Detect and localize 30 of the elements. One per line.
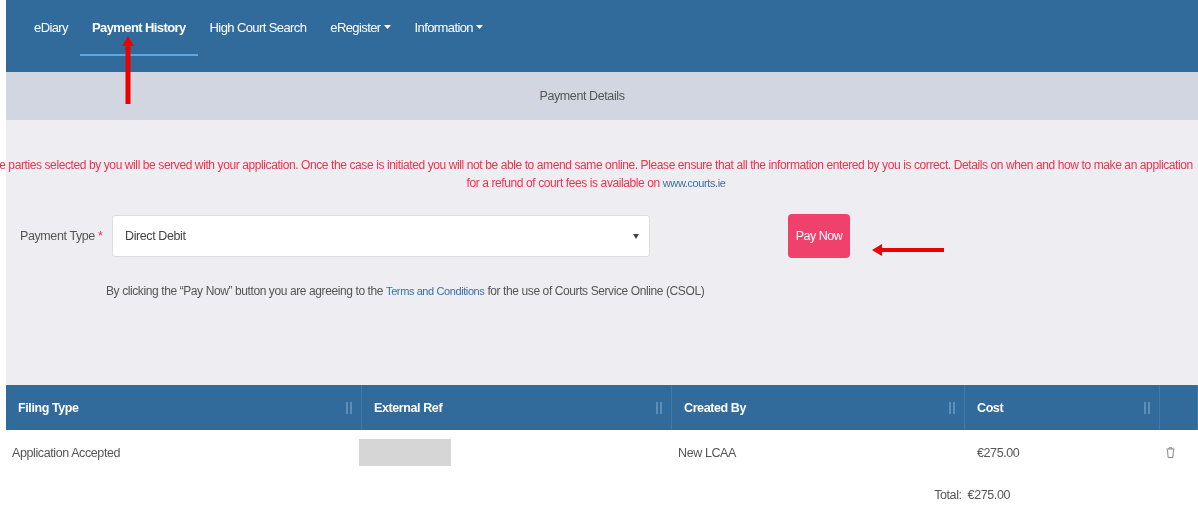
sort-icon bbox=[655, 401, 663, 414]
nav-tab[interactable]: eDiary bbox=[22, 0, 80, 56]
courts-link[interactable]: www.courts.ie bbox=[662, 177, 726, 189]
annotation-arrow bbox=[122, 36, 134, 104]
nav-tab[interactable]: Information bbox=[402, 0, 495, 56]
payment-type-select[interactable]: Direct Debit bbox=[112, 215, 650, 257]
column-header[interactable]: External Ref bbox=[362, 385, 672, 430]
column-header[interactable]: Cost bbox=[965, 385, 1160, 430]
pay-now-button[interactable]: Pay Now bbox=[788, 214, 850, 258]
column-header[interactable]: Filing Type bbox=[6, 385, 362, 430]
warning-notice: e parties selected by you will be served with your application. Once the case is initiated you will not be able to amend same online. Please ensure that all the information entered by you is correct. Details on when and how to make an application for a refund of court fees is available on www.courts.ie bbox=[0, 157, 1194, 192]
terms-text: By clicking the “Pay Now” button you are agreeing to the Terms and Conditions for the use of Courts Service Online (CSOL) bbox=[106, 284, 706, 298]
nav-tab[interactable]: eRegister bbox=[318, 0, 403, 56]
table-cell-text: New LCAA bbox=[677, 444, 737, 462]
total-value: €275.00 bbox=[967, 488, 1010, 502]
sort-icon bbox=[345, 401, 353, 414]
header-filler bbox=[1160, 385, 1198, 430]
table-cell-text: Application Accepted bbox=[11, 444, 122, 462]
sort-icon bbox=[1143, 401, 1151, 414]
column-header[interactable]: Created By bbox=[672, 385, 965, 430]
terms-link[interactable]: Terms and Conditions bbox=[386, 285, 485, 297]
dropdown-arrow-icon bbox=[633, 233, 639, 239]
payment-type-label: Payment Type * bbox=[20, 229, 104, 243]
trash-icon[interactable] bbox=[1166, 447, 1175, 458]
annotation-arrow bbox=[872, 244, 944, 256]
sort-icon bbox=[948, 401, 956, 414]
subheader-title: Payment Details bbox=[539, 89, 625, 103]
table-cell-text: €275.00 bbox=[976, 444, 1021, 462]
nav-tab[interactable]: High Court Search bbox=[197, 0, 319, 56]
total-label: Total: bbox=[934, 488, 962, 502]
